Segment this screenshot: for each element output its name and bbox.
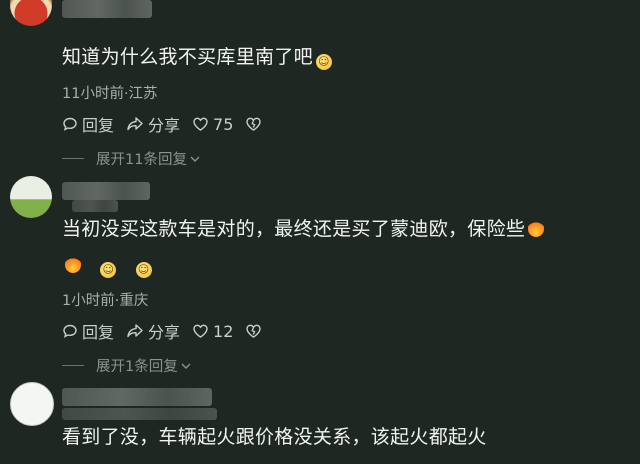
like-button[interactable]: 75 — [192, 115, 233, 134]
chevron-down-icon — [181, 363, 191, 369]
username-redacted-extra — [62, 408, 217, 420]
username-redacted — [62, 388, 212, 406]
expand-replies-label: 展开1条回复 — [96, 359, 178, 375]
like-count: 12 — [213, 321, 234, 341]
comment-actions: 回复 分享 12 — [62, 319, 278, 343]
broken-heart-icon — [246, 117, 262, 131]
heart-icon — [193, 324, 208, 338]
username-redacted — [62, 182, 150, 200]
expand-replies[interactable]: 展开1条回复 — [62, 355, 192, 376]
divider-line — [62, 158, 84, 159]
grimace-emoji-icon: ☺ — [315, 54, 332, 70]
comment-actions: 回复 分享 75 — [62, 112, 278, 136]
avatar[interactable] — [10, 176, 52, 218]
username-redacted — [62, 0, 152, 18]
reply-label: 回复 — [82, 323, 115, 342]
heart-icon — [193, 117, 208, 131]
avatar[interactable] — [10, 0, 52, 26]
comment-time-location: 11小时前·江苏 — [62, 86, 158, 102]
grimace-emoji-icon: ☺ — [135, 262, 152, 278]
username-redacted-extra — [72, 200, 118, 212]
divider-line — [62, 365, 84, 366]
avatar[interactable] — [10, 382, 54, 426]
reply-button[interactable]: 回复 — [62, 319, 114, 343]
speech-bubble-icon — [63, 117, 77, 131]
comment-text: 看到了没，车辆起火跟价格没关系，该起火都起火 — [62, 426, 487, 448]
comment-text: 当初没买这款车是对的，最终还是买了蒙迪欧，保险些 — [62, 216, 547, 242]
share-button[interactable]: 分享 — [126, 112, 180, 136]
grimace-emoji-icon: ☺ — [100, 262, 117, 278]
broken-heart-icon — [246, 324, 262, 338]
comment-time-location: 1小时前·重庆 — [62, 293, 149, 309]
share-arrow-icon — [127, 117, 143, 131]
share-button[interactable]: 分享 — [126, 319, 180, 343]
reply-label: 回复 — [82, 116, 115, 135]
like-count: 75 — [213, 114, 234, 134]
share-label: 分享 — [148, 116, 181, 135]
share-arrow-icon — [127, 324, 143, 338]
comment-emoji-line: ☺ ☺ — [62, 252, 155, 278]
share-label: 分享 — [148, 323, 181, 342]
chevron-down-icon — [190, 156, 200, 162]
like-button[interactable]: 12 — [192, 322, 233, 341]
dislike-button[interactable] — [245, 116, 266, 132]
speech-bubble-icon — [63, 324, 77, 338]
fire-emoji-icon — [65, 257, 81, 273]
fire-emoji-icon — [528, 221, 545, 237]
expand-replies[interactable]: 展开11条回复 — [62, 148, 201, 169]
reply-button[interactable]: 回复 — [62, 112, 114, 136]
comment-text: 知道为什么我不买库里南了吧 ☺ — [62, 44, 335, 70]
expand-replies-label: 展开11条回复 — [96, 152, 187, 168]
dislike-button[interactable] — [245, 323, 266, 339]
